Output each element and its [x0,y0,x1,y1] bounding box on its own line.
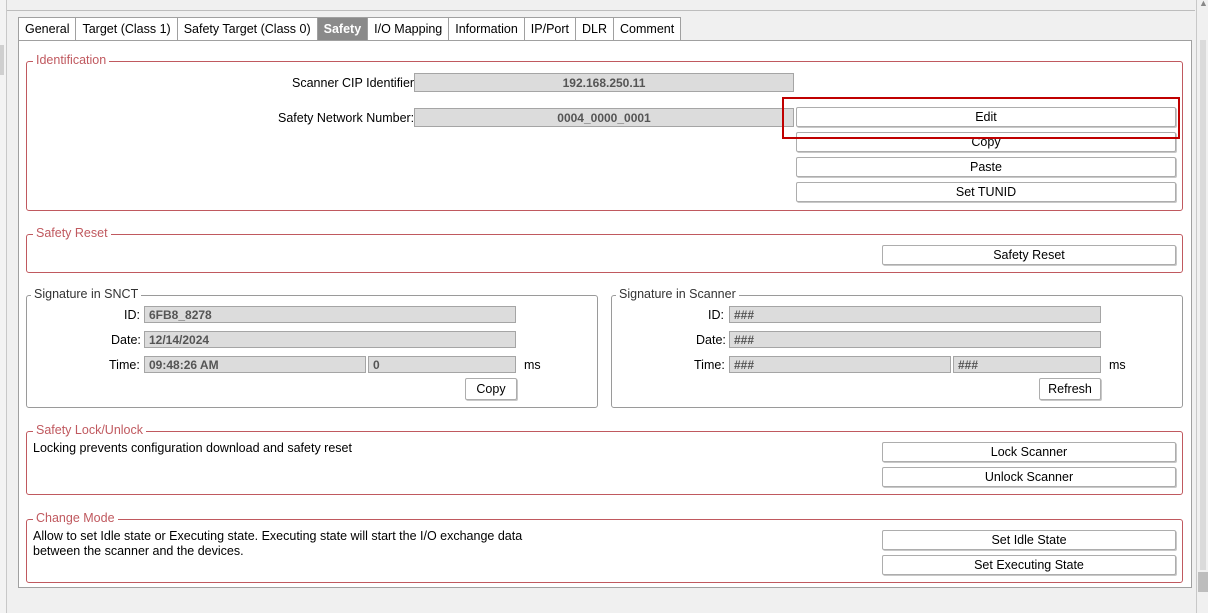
scanner-ms-field: ### [953,356,1101,373]
tab-strip: General Target (Class 1) Safety Target (… [18,17,682,41]
scanner-id-field: ### [729,306,1101,323]
identification-title: Identification [33,53,110,67]
snct-id-label: ID: [124,308,140,322]
snct-ms-unit: ms [524,358,541,372]
scanner-ms-unit: ms [1109,358,1126,372]
tab-ip-port[interactable]: IP/Port [523,17,575,41]
scanner-date-label: Date: [696,333,726,347]
scanner-time-label: Time: [694,358,725,372]
paste-button[interactable]: Paste [796,157,1176,177]
set-idle-state-button[interactable]: Set Idle State [882,530,1176,550]
unlock-scanner-button[interactable]: Unlock Scanner [882,467,1176,487]
scanner-cip-field: 192.168.250.11 [414,73,794,92]
scanner-id-label: ID: [708,308,724,322]
tab-comment[interactable]: Comment [613,17,682,41]
mode-description-line1: Allow to set Idle state or Executing sta… [33,529,523,543]
safety-reset-button[interactable]: Safety Reset [882,245,1176,265]
tab-general[interactable]: General [18,17,76,41]
left-pane-edge [0,0,7,613]
edit-highlight-box [782,97,1180,139]
scanner-time-field: ### [729,356,951,373]
snct-ms-field: 0 [368,356,516,373]
top-pane-edge [7,0,1195,11]
lock-description: Locking prevents configuration download … [33,441,352,455]
tab-io-mapping[interactable]: I/O Mapping [367,17,449,41]
signature-scanner-title: Signature in Scanner [616,287,739,301]
left-pane-knob [0,45,4,75]
snn-field: 0004_0000_0001 [414,108,794,127]
scanner-date-field: ### [729,331,1101,348]
snct-date-field: 12/14/2024 [144,331,516,348]
tab-information[interactable]: Information [448,17,524,41]
safety-reset-title: Safety Reset [33,226,111,240]
tab-safety[interactable]: Safety [316,17,368,41]
mode-description-line2: between the scanner and the devices. [33,544,244,558]
tab-safety-target-class0[interactable]: Safety Target (Class 0) [176,17,317,41]
snct-date-label: Date: [111,333,141,347]
tab-target-class1[interactable]: Target (Class 1) [75,17,177,41]
safety-lock-title: Safety Lock/Unlock [33,423,146,437]
scrollbar-thumb[interactable] [1198,572,1208,592]
set-executing-state-button[interactable]: Set Executing State [882,555,1176,575]
scroll-up-icon[interactable]: ▲ [1199,0,1208,8]
scanner-cip-label: Scanner CIP Identifier: [292,76,418,90]
vertical-scrollbar[interactable]: ▲ [1196,0,1208,613]
snct-time-field: 09:48:26 AM [144,356,366,373]
snct-id-field: 6FB8_8278 [144,306,516,323]
snct-copy-button[interactable]: Copy [465,378,517,400]
change-mode-title: Change Mode [33,511,118,525]
set-tunid-button[interactable]: Set TUNID [796,182,1176,202]
snn-label: Safety Network Number: [278,111,415,125]
snct-time-label: Time: [109,358,140,372]
signature-snct-title: Signature in SNCT [31,287,142,301]
lock-scanner-button[interactable]: Lock Scanner [882,442,1176,462]
scrollbar-track [1200,40,1206,570]
refresh-button[interactable]: Refresh [1039,378,1101,400]
tab-dlr[interactable]: DLR [575,17,614,41]
